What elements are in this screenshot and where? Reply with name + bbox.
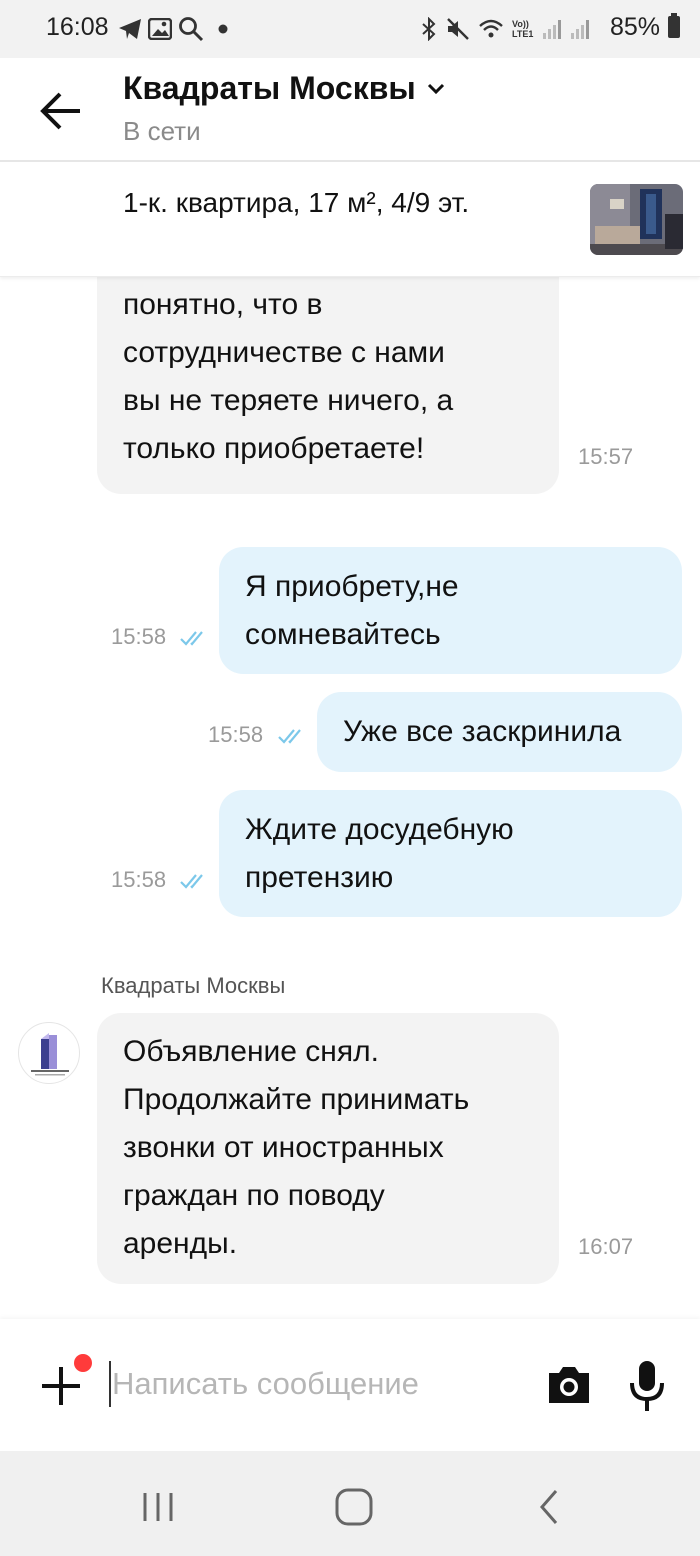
read-ticks-icon	[180, 874, 203, 889]
message-line: граждан по поводу	[123, 1179, 385, 1212]
message-line: только приобретаете!	[123, 432, 425, 465]
outgoing-message[interactable]: Ждите досудебную претензию	[219, 790, 682, 917]
read-ticks-icon	[278, 729, 301, 744]
status-time: 16:08	[46, 13, 109, 41]
chat-title-button[interactable]: Квадраты Москвы	[123, 70, 446, 107]
mute-icon	[447, 18, 469, 40]
message-line: Я приобрету,не	[245, 570, 459, 603]
search-icon	[179, 17, 204, 42]
notification-dot	[74, 1354, 92, 1372]
message-time: 15:58	[208, 722, 264, 747]
outgoing-message[interactable]: Я приобрету,не сомневайтесь	[219, 547, 682, 674]
signal-icon	[543, 20, 561, 39]
message-composer	[0, 1319, 700, 1451]
recent-apps-icon[interactable]	[138, 1487, 178, 1527]
attach-plus-icon[interactable]	[40, 1365, 82, 1407]
network-label: Vo)) LTE1	[512, 19, 534, 39]
message-line: Ждите досудебную	[245, 813, 514, 846]
outgoing-message[interactable]: Уже все заскринила	[317, 692, 682, 772]
battery-percent: 85%	[609, 13, 660, 41]
message-line: Объявление снял.	[123, 1035, 379, 1068]
listing-thumbnail	[590, 184, 683, 255]
signal-icon	[571, 20, 589, 39]
message-list[interactable]: понятно, что в сотрудничестве с нами вы …	[0, 277, 700, 1319]
chat-title: Квадраты Москвы	[123, 70, 416, 106]
system-navigation-bar	[0, 1451, 700, 1556]
listing-preview[interactable]: 1-к. квартира, 17 м², 4/9 эт.	[0, 162, 700, 277]
system-back-icon[interactable]	[530, 1487, 570, 1527]
message-line: претензию	[245, 861, 394, 894]
online-status: В сети	[123, 116, 201, 146]
listing-title: 1-к. квартира, 17 м², 4/9 эт.	[123, 187, 470, 218]
avatar[interactable]	[18, 1022, 80, 1084]
message-line: Уже все заскринила	[343, 715, 622, 748]
message-time: 16:07	[578, 1234, 634, 1259]
chat-header: Квадраты Москвы В сети	[0, 58, 700, 162]
battery-icon	[668, 13, 680, 38]
message-line: Продолжайте принимать	[123, 1083, 470, 1116]
read-ticks-icon	[180, 631, 203, 646]
telegram-icon	[119, 19, 141, 39]
wifi-icon	[479, 19, 503, 38]
camera-icon[interactable]	[545, 1363, 593, 1407]
chevron-down-icon	[427, 83, 444, 94]
message-line: сотрудничестве с нами	[123, 336, 445, 369]
message-time: 15:58	[111, 624, 167, 649]
incoming-message[interactable]: Объявление снял. Продолжайте принимать з…	[97, 1013, 559, 1284]
message-time: 15:57	[578, 444, 634, 469]
message-line: понятно, что в	[123, 288, 323, 321]
message-input[interactable]	[112, 1359, 522, 1409]
incoming-message[interactable]: понятно, что в сотрудничестве с нами вы …	[97, 277, 559, 494]
sender-name: Квадраты Москвы	[101, 973, 286, 998]
microphone-icon[interactable]	[626, 1359, 668, 1413]
text-cursor	[109, 1361, 111, 1407]
message-line: звонки от иностранных	[123, 1131, 444, 1164]
message-line: аренды.	[123, 1227, 238, 1260]
message-line: вы не теряете ничего, а	[123, 384, 454, 417]
status-bar: 16:08 Vo)) LTE1 85%	[0, 0, 700, 58]
gallery-icon	[148, 18, 172, 40]
bluetooth-icon	[422, 17, 436, 41]
dot-icon	[218, 24, 228, 34]
back-arrow-icon[interactable]	[36, 86, 86, 136]
message-time: 15:58	[111, 867, 167, 892]
message-line: сомневайтесь	[245, 618, 441, 651]
home-icon[interactable]	[334, 1487, 374, 1527]
